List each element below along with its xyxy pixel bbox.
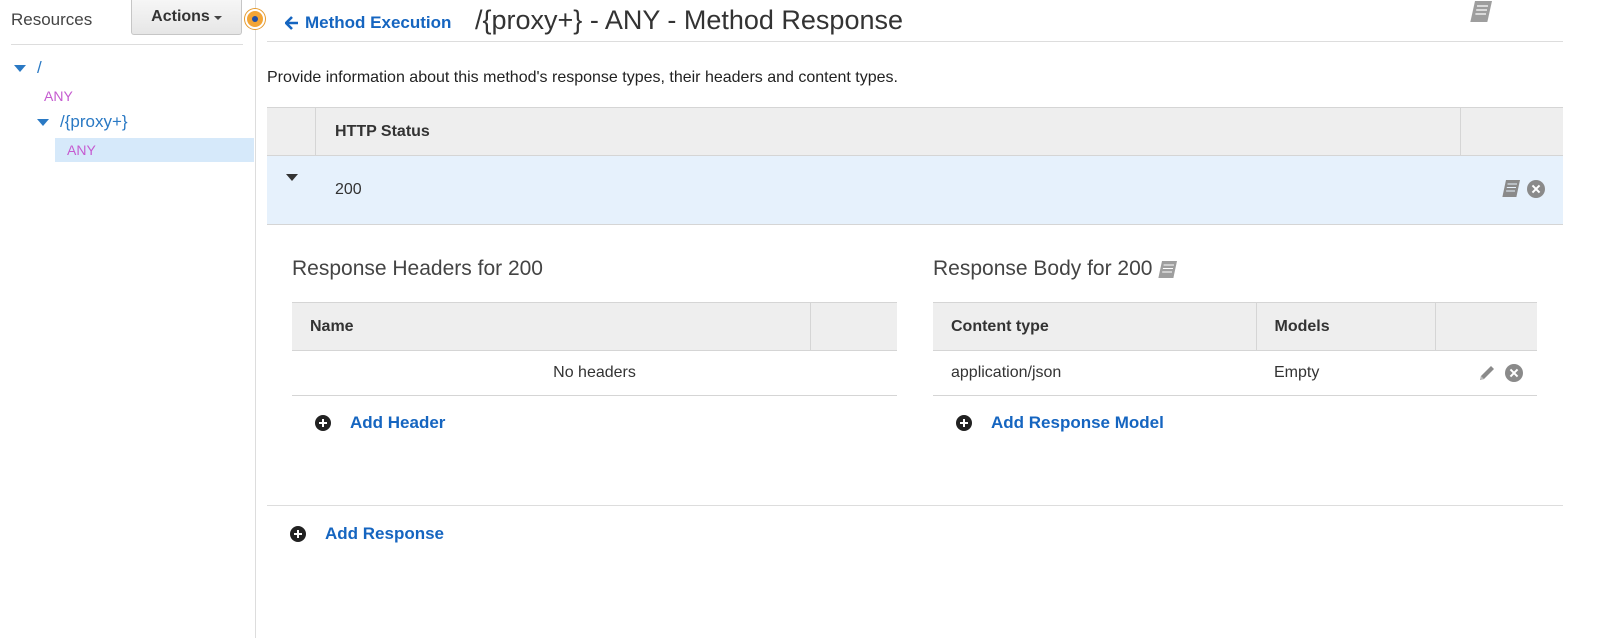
models-column-header: Models [1255, 302, 1435, 351]
content-type-column-header: Content type [933, 302, 1256, 351]
status-row-actions [1500, 179, 1545, 198]
add-header-button[interactable]: Add Header [315, 413, 445, 433]
actions-column-header [1434, 302, 1537, 351]
page-description: Provide information about this method's … [267, 69, 898, 86]
add-header-label: Add Header [350, 413, 446, 432]
page-title: /{proxy+} - ANY - Method Response [475, 5, 903, 35]
resources-sidebar: Resources Actions / ANY /{proxy+} ANY [0, 0, 256, 638]
expand-triangle-icon[interactable] [37, 118, 49, 126]
response-headers-table: Name No headers [292, 302, 897, 396]
response-headers-title: Response Headers for 200 [292, 257, 543, 280]
back-link-label: Method Execution [305, 13, 452, 32]
model-cell: Empty [1256, 350, 1435, 396]
add-response-label: Add Response [325, 524, 445, 543]
http-status-column-header: HTTP Status [335, 122, 430, 140]
sidebar-resize-handle[interactable] [245, 9, 265, 29]
row-actions-cell [1435, 350, 1537, 396]
book-icon[interactable] [1156, 259, 1178, 279]
page-header: Method Execution /{proxy+} - ANY - Metho… [267, 0, 1563, 42]
tree-item-proxy-any-selected[interactable]: ANY [55, 138, 254, 162]
section-divider [267, 505, 1563, 506]
status-row-200[interactable]: 200 [267, 156, 1563, 225]
name-column-header: Name [292, 302, 810, 351]
response-body-table: Content type Models application/json Emp… [933, 302, 1537, 396]
empty-row: No headers [292, 350, 897, 396]
tree-item-root-any[interactable]: ANY [44, 84, 73, 108]
expand-triangle-icon[interactable] [14, 64, 26, 72]
status-code: 200 [335, 181, 362, 198]
arrow-left-icon [285, 16, 298, 30]
resources-label: Resources [11, 10, 93, 29]
response-body-title: Response Body for 200 [933, 257, 1178, 281]
book-icon[interactable] [1500, 179, 1521, 198]
actions-button[interactable]: Actions [131, 0, 242, 35]
pencil-icon[interactable] [1477, 363, 1497, 383]
plus-circle-icon [290, 526, 306, 542]
plus-circle-icon [956, 415, 972, 431]
tree-item-proxy[interactable]: /{proxy+} [37, 110, 128, 134]
add-response-model-button[interactable]: Add Response Model [956, 413, 1164, 433]
tree-link-root[interactable]: / [37, 58, 42, 78]
tree-link-proxy[interactable]: /{proxy+} [60, 112, 128, 132]
add-response-button[interactable]: Add Response [290, 524, 444, 544]
remove-circle-icon[interactable] [1527, 179, 1545, 198]
response-body-title-text: Response Body for 200 [933, 257, 1153, 280]
method-label[interactable]: ANY [44, 88, 73, 104]
content-type-cell: application/json [933, 350, 1256, 396]
book-icon[interactable] [1468, 0, 1494, 24]
table-row: application/json Empty [933, 350, 1537, 396]
http-status-table: HTTP Status 200 [267, 107, 1563, 225]
method-label[interactable]: ANY [67, 142, 96, 158]
plus-circle-icon [315, 415, 331, 431]
remove-circle-icon[interactable] [1505, 364, 1523, 382]
actions-column-header [809, 302, 897, 351]
expand-column-header [267, 108, 316, 155]
collapse-triangle-icon[interactable] [286, 174, 298, 181]
actions-label: Actions [151, 8, 210, 25]
status-table-header: HTTP Status [267, 107, 1563, 156]
back-to-method-execution-link[interactable]: Method Execution [285, 13, 451, 33]
add-response-model-label: Add Response Model [991, 413, 1164, 432]
sidebar-divider [11, 44, 243, 45]
actions-column-header [1460, 108, 1563, 155]
caret-down-icon [213, 16, 222, 20]
tree-item-root[interactable]: / [14, 56, 42, 80]
no-headers-text: No headers [292, 350, 897, 396]
